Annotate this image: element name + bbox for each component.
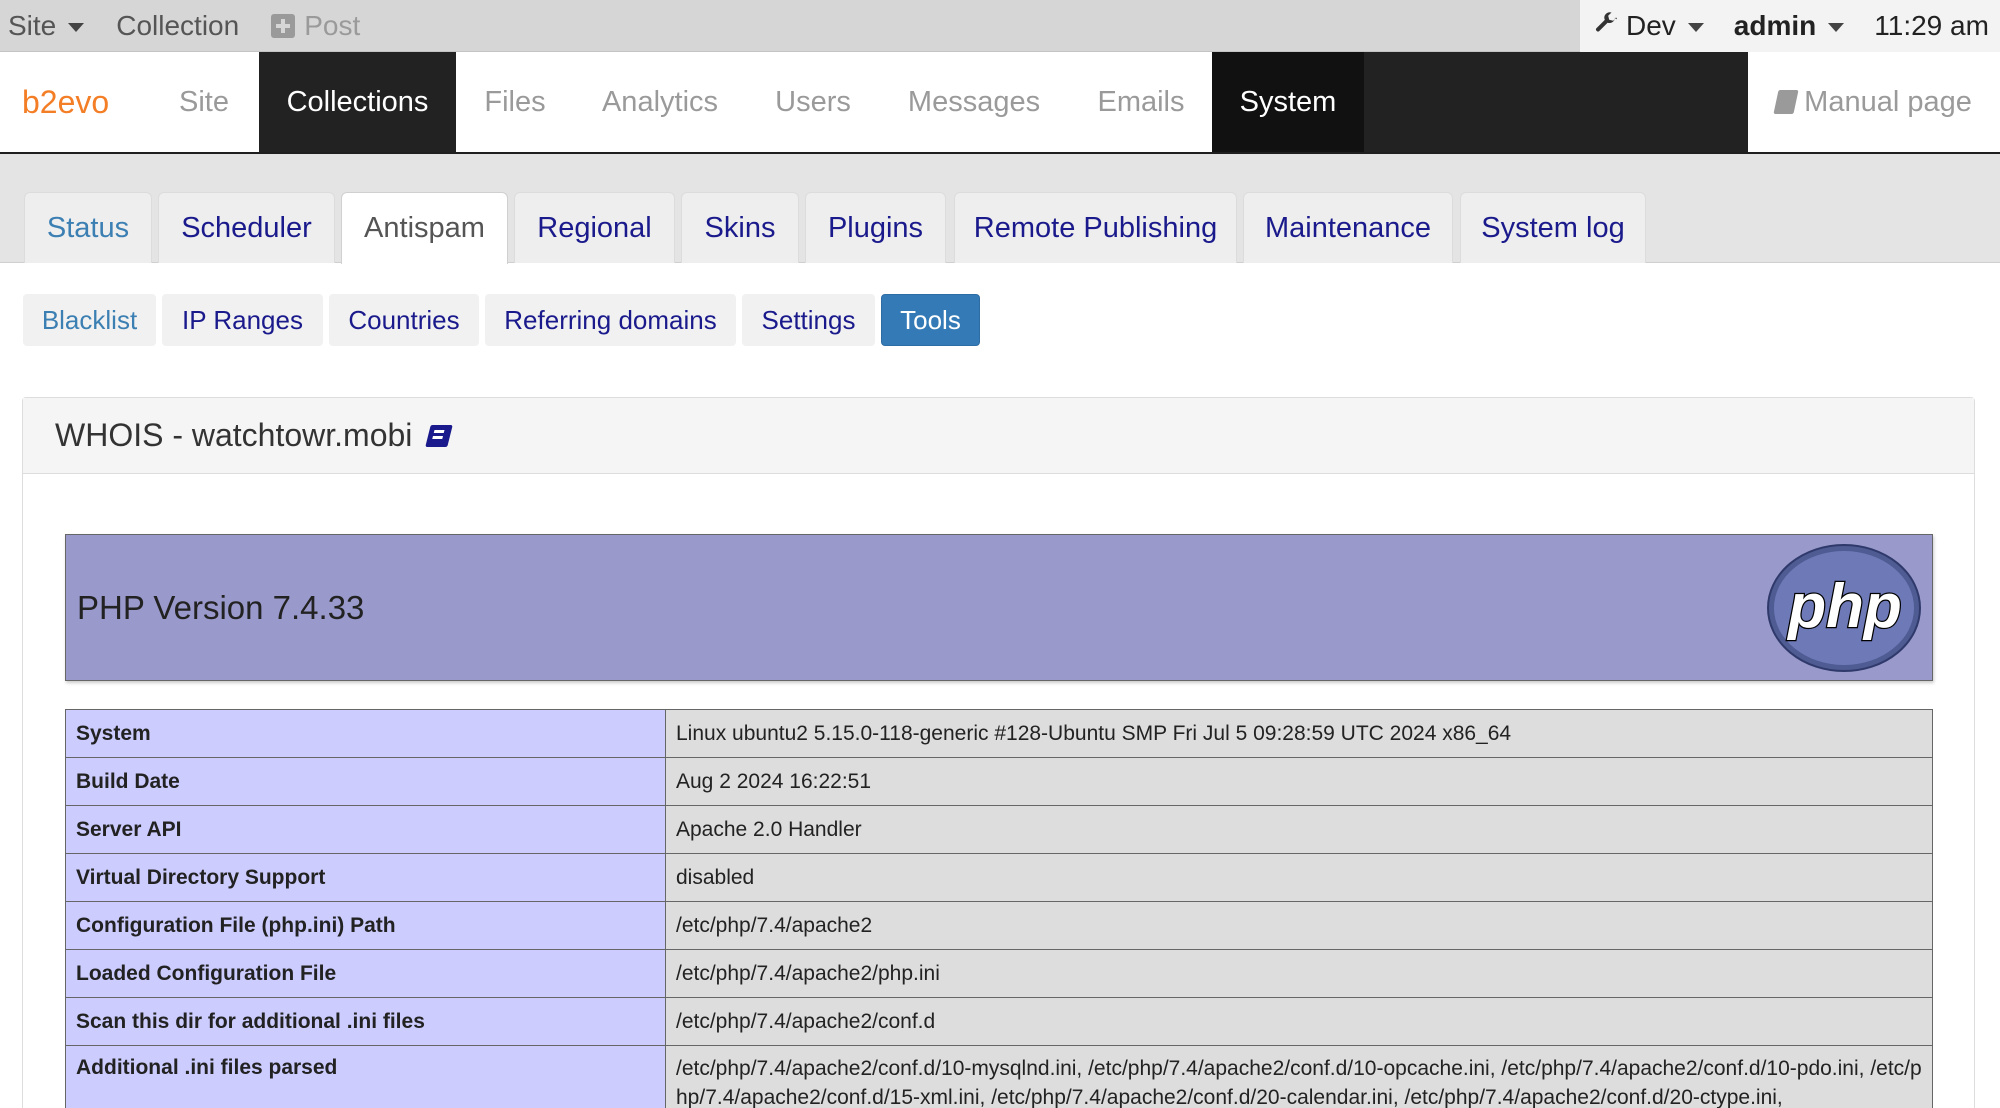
row-value: Aug 2 2024 16:22:51 [665, 757, 1933, 806]
manual-page-label: Manual page [1804, 85, 1972, 118]
system-tabs: Status Scheduler Antispam Regional Skins… [0, 154, 2000, 264]
nav-item-users[interactable]: Users [753, 52, 873, 152]
table-row: Loaded Configuration File /etc/php/7.4/a… [65, 949, 1933, 998]
table-row: Additional .ini files parsed /etc/php/7.… [65, 1045, 1933, 1108]
subtab-countries[interactable]: Countries [329, 294, 479, 346]
evobar-left: Site Collection Post [8, 0, 392, 52]
post-button[interactable]: Post [271, 10, 360, 42]
subtab-referring-domains[interactable]: Referring domains [485, 294, 736, 346]
evobar: Site Collection Post Dev admin 11:29 am [0, 0, 2000, 52]
row-key: Additional .ini files parsed [65, 1045, 666, 1108]
wrench-icon [1594, 10, 1618, 42]
caret-down-icon [1828, 23, 1845, 32]
tab-plugins[interactable]: Plugins [805, 192, 946, 263]
caret-down-icon [1687, 23, 1704, 32]
subtab-blacklist[interactable]: Blacklist [23, 294, 156, 346]
tab-scheduler[interactable]: Scheduler [158, 192, 335, 263]
row-value: /etc/php/7.4/apache2 [665, 901, 1933, 950]
table-row: Scan this dir for additional .ini files … [65, 997, 1933, 1046]
nav-item-messages[interactable]: Messages [893, 52, 1055, 152]
nav-item-emails[interactable]: Emails [1086, 52, 1196, 152]
table-row: Configuration File (php.ini) Path /etc/p… [65, 901, 1933, 950]
main-nav: b2evo Site Collections Files Analytics U… [0, 52, 2000, 154]
caret-down-icon [68, 23, 85, 32]
collection-menu[interactable]: Collection [116, 10, 239, 42]
row-value: /etc/php/7.4/apache2/php.ini [665, 949, 1933, 998]
site-menu-label: Site [8, 10, 57, 41]
post-button-label: Post [304, 10, 361, 41]
phpinfo-header: PHP Version 7.4.33 php [65, 534, 1933, 681]
dev-menu-label: Dev [1626, 10, 1676, 41]
collection-menu-label: Collection [116, 10, 240, 41]
user-menu-label: admin [1733, 10, 1817, 41]
tab-maintenance[interactable]: Maintenance [1243, 192, 1453, 263]
tab-remote-publishing[interactable]: Remote Publishing [954, 192, 1237, 263]
php-logo: php [1767, 544, 1921, 672]
table-row: Virtual Directory Support disabled [65, 853, 1933, 902]
row-key: Virtual Directory Support [65, 853, 666, 902]
tab-status[interactable]: Status [24, 192, 152, 263]
site-menu[interactable]: Site [8, 10, 85, 42]
user-menu[interactable]: admin [1733, 10, 1845, 42]
row-value: /etc/php/7.4/apache2/conf.d/10-mysqlnd.i… [665, 1045, 1933, 1108]
table-row: Server API Apache 2.0 Handler [65, 805, 1933, 854]
nav-item-collections[interactable]: Collections [259, 52, 456, 152]
subtab-ip-ranges[interactable]: IP Ranges [162, 294, 323, 346]
row-key: Loaded Configuration File [65, 949, 666, 998]
panel-title: WHOIS - watchtowr.mobi [55, 417, 413, 453]
book-icon[interactable] [425, 424, 454, 447]
book-icon [1773, 90, 1799, 114]
nav-item-analytics[interactable]: Analytics [584, 52, 736, 152]
row-value: disabled [665, 853, 1933, 902]
tab-regional[interactable]: Regional [514, 192, 675, 263]
row-key: Server API [65, 805, 666, 854]
whois-panel: WHOIS - watchtowr.mobi PHP Version 7.4.3… [22, 397, 1975, 1108]
row-key: Scan this dir for additional .ini files [65, 997, 666, 1046]
evobar-right: Dev admin 11:29 am [1580, 0, 2000, 52]
manual-page-link[interactable]: Manual page [1748, 52, 2000, 152]
row-value: Linux ubuntu2 5.15.0-118-generic #128-Ub… [665, 709, 1933, 758]
row-key: Build Date [65, 757, 666, 806]
row-key: System [65, 709, 666, 758]
brand-logo[interactable]: b2evo [22, 52, 142, 152]
subtab-tools[interactable]: Tools [881, 294, 980, 346]
row-value: Apache 2.0 Handler [665, 805, 1933, 854]
phpinfo-table: System Linux ubuntu2 5.15.0-118-generic … [65, 709, 1933, 1108]
table-row: Build Date Aug 2 2024 16:22:51 [65, 757, 1933, 806]
row-key: Configuration File (php.ini) Path [65, 901, 666, 950]
dev-menu[interactable]: Dev [1594, 10, 1704, 42]
row-value: /etc/php/7.4/apache2/conf.d [665, 997, 1933, 1046]
clock-time: 11:29 am [1874, 10, 1989, 41]
nav-item-system[interactable]: System [1212, 52, 1364, 152]
table-row: System Linux ubuntu2 5.15.0-118-generic … [65, 709, 1933, 758]
tab-antispam[interactable]: Antispam [341, 192, 508, 264]
clock: 11:29 am [1874, 10, 1989, 42]
tab-system-log[interactable]: System log [1460, 192, 1646, 263]
php-logo-text: php [1786, 572, 1902, 641]
main-nav-dark-fill [1364, 52, 1748, 152]
panel-header: WHOIS - watchtowr.mobi [23, 398, 1974, 474]
subtab-settings[interactable]: Settings [742, 294, 875, 346]
nav-item-site[interactable]: Site [154, 52, 254, 152]
php-version: PHP Version 7.4.33 [77, 588, 365, 626]
tab-skins[interactable]: Skins [681, 192, 799, 263]
nav-item-files[interactable]: Files [456, 52, 574, 152]
plus-icon [271, 14, 296, 38]
